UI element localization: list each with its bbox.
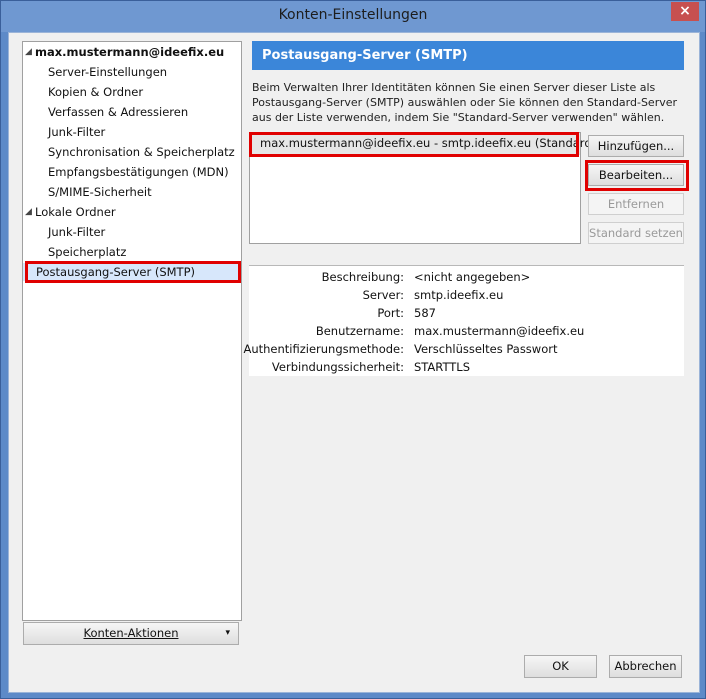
- detail-value: smtp.ideefix.eu: [414, 288, 504, 302]
- tree-item-copies-folders[interactable]: Kopien & Ordner: [48, 83, 143, 101]
- tree-item-junk-filter[interactable]: Junk-Filter: [48, 123, 105, 141]
- account-actions-label: Konten-Aktionen: [83, 626, 179, 640]
- detail-label: Port:: [377, 306, 404, 320]
- detail-row: Port: 587: [249, 304, 684, 322]
- detail-row: Server: smtp.ideefix.eu: [249, 286, 684, 304]
- panel-description: Beim Verwalten Ihrer Identitäten können …: [252, 81, 678, 124]
- detail-value: 587: [414, 306, 436, 320]
- account-actions-button[interactable]: Konten-Aktionen ▾: [23, 622, 239, 645]
- highlight-box: [585, 160, 689, 191]
- collapse-arrow-icon[interactable]: ◢: [25, 203, 32, 221]
- add-button[interactable]: Hinzufügen...: [588, 135, 684, 157]
- detail-label: Server:: [362, 288, 404, 302]
- remove-button[interactable]: Entfernen: [588, 193, 684, 215]
- tree-item-local-folders[interactable]: Lokale Ordner: [35, 203, 116, 221]
- detail-row: Benutzername: max.mustermann@ideefix.eu: [249, 322, 684, 340]
- window-title: Konten-Einstellungen: [278, 7, 428, 23]
- account-tree: ◢ max.mustermann@ideefix.eu Server-Einst…: [22, 41, 242, 621]
- title-bar: Konten-Einstellungen ×: [1, 1, 705, 32]
- detail-label: Benutzername:: [315, 324, 404, 338]
- detail-row: Beschreibung: <nicht angegeben>: [249, 268, 684, 286]
- set-default-button[interactable]: Standard setzen: [588, 222, 684, 244]
- tree-item-smime[interactable]: S/MIME-Sicherheit: [48, 183, 152, 201]
- chevron-down-icon: ▾: [225, 628, 230, 638]
- collapse-arrow-icon[interactable]: ◢: [25, 43, 32, 61]
- server-details: Beschreibung: <nicht angegeben> Server: …: [243, 265, 684, 376]
- detail-row: Authentifizierungsmethode: Verschlüsselt…: [243, 340, 684, 358]
- detail-label: Beschreibung:: [321, 270, 404, 284]
- highlight-box: [249, 132, 579, 157]
- ok-button[interactable]: OK: [524, 655, 597, 678]
- dialog-window: Konten-Einstellungen × ◢ max.mustermann@…: [0, 0, 706, 699]
- detail-value: STARTTLS: [414, 360, 471, 374]
- tree-item-local-storage[interactable]: Speicherplatz: [48, 243, 126, 261]
- highlight-box: [25, 261, 241, 283]
- detail-value: max.mustermann@ideefix.eu: [414, 324, 585, 338]
- tree-item-sync-storage[interactable]: Synchronisation & Speicherplatz: [48, 143, 235, 161]
- tree-item-account[interactable]: max.mustermann@ideefix.eu: [35, 43, 224, 61]
- tree-item-local-junk[interactable]: Junk-Filter: [48, 223, 105, 241]
- tree-item-server-settings[interactable]: Server-Einstellungen: [48, 63, 167, 81]
- panel-header: Postausgang-Server (SMTP): [252, 41, 684, 70]
- detail-label: Authentifizierungsmethode:: [243, 342, 404, 356]
- detail-value: Verschlüsseltes Passwort: [414, 342, 558, 356]
- detail-value: <nicht angegeben>: [414, 270, 531, 284]
- panel-title: Postausgang-Server (SMTP): [262, 48, 468, 63]
- detail-label: Verbindungssicherheit:: [271, 360, 404, 374]
- dialog-content: ◢ max.mustermann@ideefix.eu Server-Einst…: [8, 32, 700, 693]
- tree-item-composition[interactable]: Verfassen & Adressieren: [48, 103, 188, 121]
- close-icon[interactable]: ×: [671, 2, 699, 21]
- detail-row: Verbindungssicherheit: STARTTLS: [249, 358, 684, 376]
- tree-item-receipts[interactable]: Empfangsbestätigungen (MDN): [48, 163, 229, 181]
- cancel-button[interactable]: Abbrechen: [609, 655, 682, 678]
